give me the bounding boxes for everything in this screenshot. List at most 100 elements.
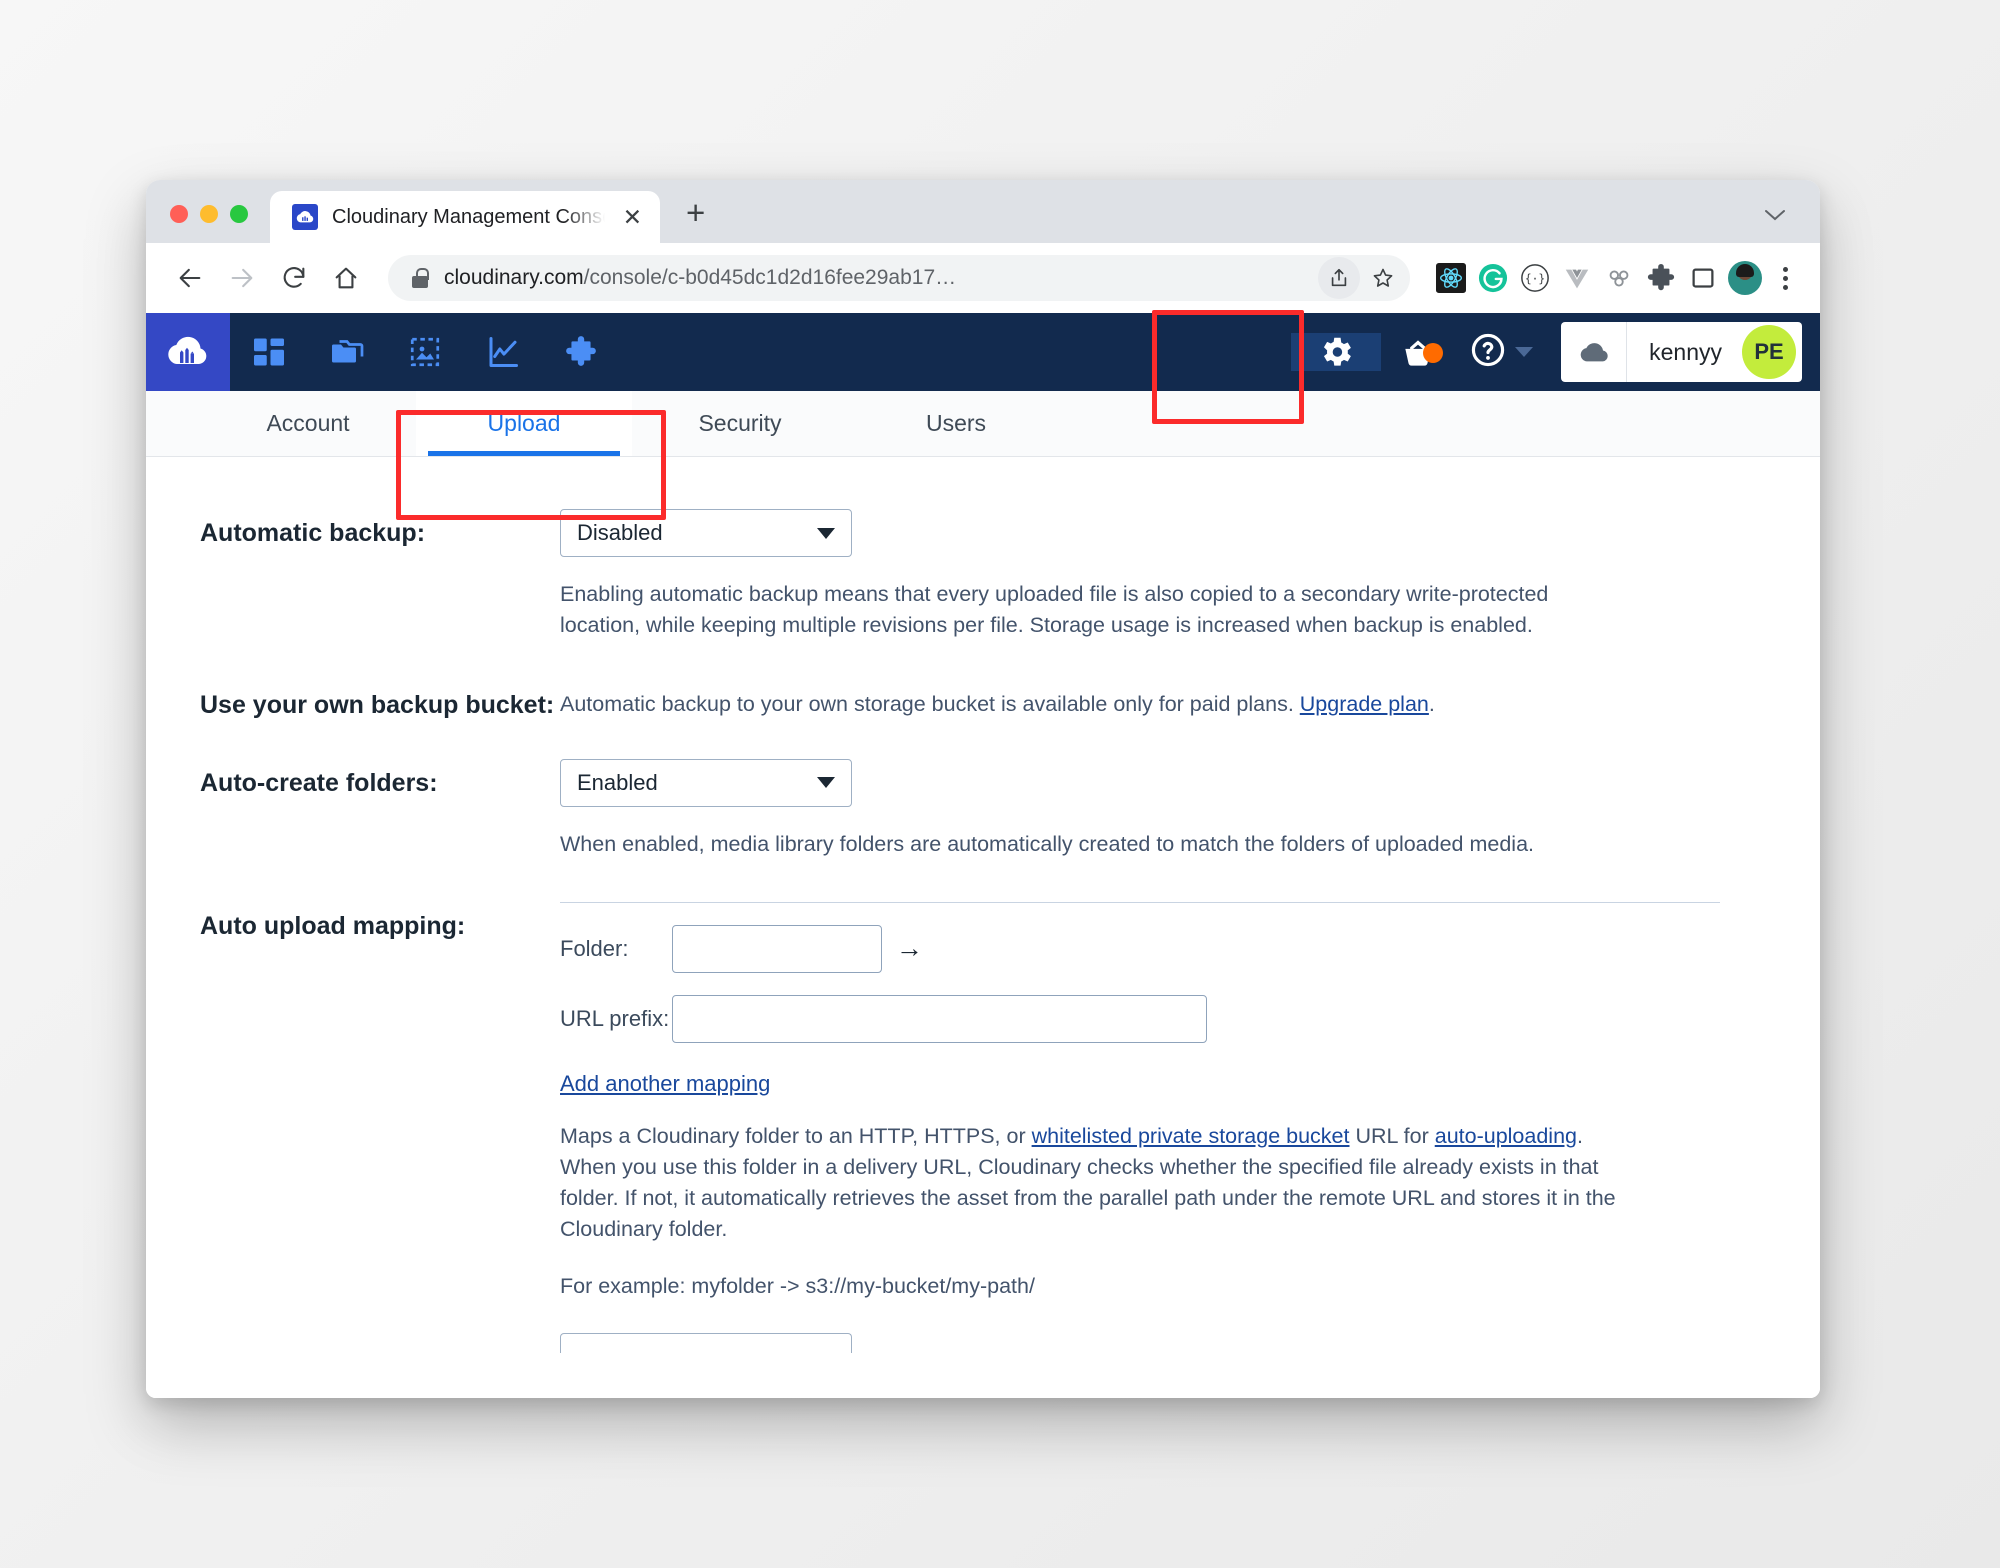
whitelisted-bucket-link[interactable]: whitelisted private storage bucket (1032, 1124, 1350, 1148)
url-prefix-input[interactable] (672, 995, 1207, 1043)
gear-icon[interactable] (1291, 333, 1381, 371)
url-prefix-label: URL prefix: (560, 1006, 672, 1032)
browser-tab-strip: Cloudinary Management Conso ✕ + (146, 180, 1820, 243)
share-icon[interactable] (1318, 257, 1360, 299)
tab-users[interactable]: Users (848, 391, 1064, 456)
automatic-backup-row: Automatic backup: Disabled Enabling auto… (146, 509, 1820, 641)
auto-create-folders-hint: When enabled, media library folders are … (560, 829, 1620, 860)
close-icon[interactable]: ✕ (619, 206, 646, 229)
browser-tab[interactable]: Cloudinary Management Conso ✕ (270, 191, 660, 243)
star-icon[interactable] (1362, 257, 1404, 299)
browser-toolbar: cloudinary.com/console/c-b0d45dc1d2d16fe… (146, 243, 1820, 313)
tab-account[interactable]: Account (200, 391, 416, 456)
reload-icon[interactable] (270, 254, 318, 302)
lock-icon (412, 268, 428, 288)
own-backup-bucket-hint: Automatic backup to your own storage buc… (560, 681, 1670, 720)
auto-upload-mapping-label: Auto upload mapping: (200, 902, 560, 941)
addons-icon[interactable] (542, 313, 620, 391)
chain-links-icon[interactable] (1602, 261, 1636, 295)
forward-arrow-icon (218, 254, 266, 302)
user-avatar[interactable]: PE (1742, 325, 1796, 379)
folder-label: Folder: (560, 936, 672, 962)
upgrade-plan-link[interactable]: Upgrade plan (1300, 692, 1429, 716)
next-setting-partial[interactable] (560, 1333, 852, 1353)
maximize-window-button[interactable] (230, 205, 248, 223)
puzzle-extensions-icon[interactable] (1644, 261, 1678, 295)
home-icon[interactable] (322, 254, 370, 302)
folder-field-row: Folder: → (560, 925, 1780, 973)
screenshot-root: Cloudinary Management Conso ✕ + (0, 0, 2000, 1568)
auto-upload-mapping-field: Folder: → URL prefix: Add another mappin… (560, 902, 1780, 1353)
notifications-icon[interactable] (1381, 333, 1455, 371)
cloud-icon (1561, 322, 1627, 382)
cloudinary-cloud-icon (292, 204, 318, 230)
automatic-backup-select[interactable]: Disabled (560, 509, 852, 557)
url-prefix-field-row: URL prefix: (560, 995, 1780, 1043)
json-viewer-icon[interactable]: {·} (1518, 261, 1552, 295)
media-library-icon[interactable] (308, 313, 386, 391)
own-backup-bucket-hint-text: Automatic backup to your own storage buc… (560, 692, 1300, 716)
chevron-down-icon (817, 528, 835, 539)
own-backup-bucket-label: Use your own backup bucket: (200, 681, 560, 720)
help-menu[interactable] (1455, 331, 1541, 374)
browser-extension-icons: {·} (1434, 261, 1800, 295)
tab-security[interactable]: Security (632, 391, 848, 456)
url-domain: cloudinary.com (444, 266, 584, 289)
dashboard-icon[interactable] (230, 313, 308, 391)
grammarly-icon[interactable] (1476, 261, 1510, 295)
own-backup-bucket-row: Use your own backup bucket: Automatic ba… (146, 681, 1820, 720)
auto-upload-mapping-row: Auto upload mapping: Folder: → URL prefi… (146, 902, 1820, 1353)
folder-input[interactable] (672, 925, 882, 973)
new-tab-button[interactable]: + (686, 196, 705, 229)
vue-devtools-icon[interactable] (1560, 261, 1594, 295)
settings-tabs: Account Upload Security Users (146, 391, 1820, 457)
auto-upload-mapping-example: For example: myfolder -> s3://my-bucket/… (560, 1271, 1620, 1302)
auto-create-folders-row: Auto-create folders: Enabled When enable… (146, 759, 1820, 860)
automatic-backup-label: Automatic backup: (200, 509, 560, 548)
chevron-down-icon[interactable] (1764, 208, 1786, 227)
notification-badge (1423, 343, 1443, 363)
cloudinary-app: kennyy PE Account Upload Security Users … (146, 313, 1820, 1398)
arrow-right-icon: → (896, 933, 923, 964)
kebab-menu-icon[interactable] (1770, 267, 1800, 290)
cloudinary-top-nav: kennyy PE (146, 313, 1820, 391)
url-path: /console/c-b0d45dc1d2d16fee29ab17… (584, 266, 956, 289)
desc-part-1: Maps a Cloudinary folder to an HTTP, HTT… (560, 1124, 1032, 1148)
side-panel-icon[interactable] (1686, 261, 1720, 295)
address-bar-url: cloudinary.com/console/c-b0d45dc1d2d16fe… (444, 266, 1318, 290)
close-window-button[interactable] (170, 205, 188, 223)
automatic-backup-field: Disabled Enabling automatic backup means… (560, 509, 1780, 641)
cloudinary-logo-icon[interactable] (146, 313, 230, 391)
svg-text:{·}: {·} (1525, 273, 1545, 286)
help-question-icon (1469, 331, 1507, 374)
auto-create-folders-value: Enabled (577, 770, 658, 796)
desc-part-2: URL for (1350, 1124, 1435, 1148)
window-controls[interactable] (146, 205, 264, 243)
auto-upload-mapping-description: Maps a Cloudinary folder to an HTTP, HTT… (560, 1121, 1630, 1246)
browser-tab-title: Cloudinary Management Conso (332, 206, 605, 229)
analytics-icon[interactable] (464, 313, 542, 391)
chevron-down-icon (1515, 347, 1533, 357)
own-backup-bucket-field: Automatic backup to your own storage buc… (560, 681, 1780, 720)
add-another-mapping-link[interactable]: Add another mapping (560, 1071, 770, 1096)
address-bar[interactable]: cloudinary.com/console/c-b0d45dc1d2d16fe… (388, 255, 1410, 301)
browser-profile-avatar[interactable] (1728, 261, 1762, 295)
auto-create-folders-select[interactable]: Enabled (560, 759, 852, 807)
mapping-divider (560, 902, 1720, 903)
automatic-backup-value: Disabled (577, 520, 663, 546)
cloudinary-top-nav-right: kennyy PE (1291, 313, 1820, 391)
automatic-backup-hint: Enabling automatic backup means that eve… (560, 579, 1620, 641)
tab-upload[interactable]: Upload (416, 391, 632, 456)
minimize-window-button[interactable] (200, 205, 218, 223)
cloud-selector[interactable]: kennyy PE (1561, 322, 1802, 382)
own-backup-bucket-hint-tail: . (1429, 692, 1435, 716)
cloud-name: kennyy (1627, 339, 1742, 366)
chevron-down-icon (817, 777, 835, 788)
address-bar-actions (1318, 257, 1404, 299)
upload-settings-panel: Automatic backup: Disabled Enabling auto… (146, 457, 1820, 1398)
back-arrow-icon[interactable] (166, 254, 214, 302)
transformations-icon[interactable] (386, 313, 464, 391)
react-devtools-icon[interactable] (1434, 261, 1468, 295)
auto-create-folders-label: Auto-create folders: (200, 759, 560, 798)
auto-uploading-link[interactable]: auto-uploading (1435, 1124, 1577, 1148)
